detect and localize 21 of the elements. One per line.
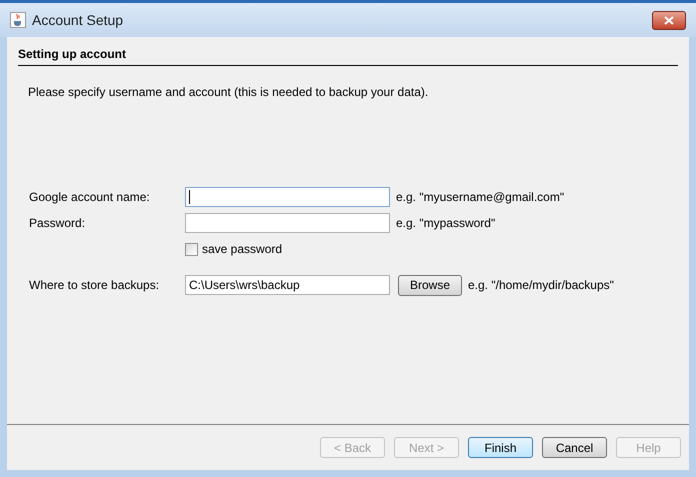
- window-title: Account Setup: [32, 10, 124, 30]
- text-caret: [189, 190, 190, 204]
- input-field[interactable]: [185, 187, 390, 207]
- checkbox-label: save password: [202, 241, 282, 258]
- field-label: Where to store backups:: [29, 277, 160, 294]
- field-label: Password:: [29, 215, 86, 232]
- field-label: Google account name:: [29, 189, 151, 206]
- example-text: e.g. "mypassword": [396, 215, 496, 232]
- section-title: Setting up account: [18, 47, 126, 61]
- wizard-button[interactable]: Finish: [468, 437, 533, 458]
- checkbox[interactable]: [185, 242, 198, 256]
- wizard-button[interactable]: Cancel: [542, 437, 607, 458]
- input-field[interactable]: C:\Users\wrs\backup: [185, 275, 390, 295]
- intro-text: Please specify username and account (this is needed to backup your data).: [28, 84, 430, 101]
- close-icon: [664, 16, 674, 24]
- java-cup-icon: [10, 12, 26, 28]
- input-field[interactable]: [185, 213, 390, 233]
- example-text: e.g. "/home/mydir/backups": [468, 277, 614, 294]
- example-text: e.g. "myusername@gmail.com": [396, 189, 564, 206]
- close-button[interactable]: [652, 10, 686, 30]
- browse-button[interactable]: Browse: [398, 274, 462, 296]
